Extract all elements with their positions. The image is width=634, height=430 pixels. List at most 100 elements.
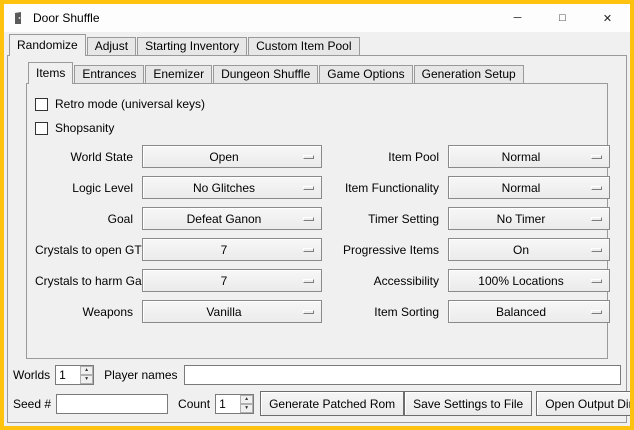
goal-value: Defeat Ganon xyxy=(187,212,262,226)
accessibility-dropdown[interactable]: 100% Locations xyxy=(448,269,610,292)
crystals-open-gt-value: 7 xyxy=(221,243,228,257)
dropdown-indicator-icon xyxy=(303,186,314,190)
dropdown-indicator-icon xyxy=(303,248,314,252)
sub-tabstrip: Items Entrances Enemizer Dungeon Shuffle… xyxy=(8,61,626,83)
main-tabstrip: Randomize Adjust Starting Inventory Cust… xyxy=(7,33,627,55)
door-shuffle-window: Door Shuffle ─ □ ✕ Randomize Adjust Star… xyxy=(0,0,634,430)
world-state-label: World State xyxy=(35,150,137,164)
timer-setting-label: Timer Setting xyxy=(327,212,443,226)
worlds-spinbox[interactable]: ▲ ▼ xyxy=(55,365,94,385)
count-label: Count xyxy=(178,397,210,411)
item-pool-label: Item Pool xyxy=(327,150,443,164)
item-sorting-label: Item Sorting xyxy=(327,305,443,319)
tab-entrances[interactable]: Entrances xyxy=(74,65,144,83)
logic-level-label: Logic Level xyxy=(35,181,137,195)
items-tab-panel: Retro mode (universal keys) Shopsanity W… xyxy=(26,83,608,359)
weapons-dropdown[interactable]: Vanilla xyxy=(142,300,322,323)
item-functionality-dropdown[interactable]: Normal xyxy=(448,176,610,199)
titlebar: Door Shuffle ─ □ ✕ xyxy=(4,4,630,32)
open-output-directory-button[interactable]: Open Output Directory xyxy=(536,391,634,416)
item-functionality-value: Normal xyxy=(502,181,541,195)
dropdown-indicator-icon xyxy=(591,155,602,159)
spin-down-button[interactable]: ▼ xyxy=(80,375,93,384)
dropdown-indicator-icon xyxy=(591,310,602,314)
window-controls: ─ □ ✕ xyxy=(495,4,630,32)
save-settings-button[interactable]: Save Settings to File xyxy=(404,391,532,416)
dropdown-indicator-icon xyxy=(591,248,602,252)
count-spin-arrows: ▲ ▼ xyxy=(240,395,253,413)
progressive-items-label: Progressive Items xyxy=(327,243,443,257)
timer-setting-dropdown[interactable]: No Timer xyxy=(448,207,610,230)
dropdown-indicator-icon xyxy=(303,155,314,159)
worlds-row: Worlds ▲ ▼ Player names xyxy=(13,364,621,386)
goal-dropdown[interactable]: Defeat Ganon xyxy=(142,207,322,230)
seed-label: Seed # xyxy=(13,397,51,411)
tab-custom-item-pool[interactable]: Custom Item Pool xyxy=(248,37,359,55)
shopsanity-label: Shopsanity xyxy=(55,121,114,135)
progressive-items-dropdown[interactable]: On xyxy=(448,238,610,261)
timer-setting-value: No Timer xyxy=(497,212,546,226)
tab-randomize[interactable]: Randomize xyxy=(9,34,86,56)
retro-mode-checkbox[interactable]: Retro mode (universal keys) xyxy=(35,92,601,116)
item-sorting-dropdown[interactable]: Balanced xyxy=(448,300,610,323)
dropdown-indicator-icon xyxy=(303,217,314,221)
dropdown-indicator-icon xyxy=(591,186,602,190)
weapons-label: Weapons xyxy=(35,305,137,319)
crystals-harm-ganon-label: Crystals to harm Ganon xyxy=(35,274,137,288)
item-sorting-value: Balanced xyxy=(496,305,546,319)
tab-generation-setup[interactable]: Generation Setup xyxy=(414,65,524,83)
item-functionality-label: Item Functionality xyxy=(327,181,443,195)
retro-mode-label: Retro mode (universal keys) xyxy=(55,97,205,111)
tab-enemizer[interactable]: Enemizer xyxy=(145,65,212,83)
tab-starting-inventory[interactable]: Starting Inventory xyxy=(137,37,247,55)
crystals-harm-ganon-dropdown[interactable]: 7 xyxy=(142,269,322,292)
app-icon xyxy=(11,10,27,26)
spin-up-button[interactable]: ▲ xyxy=(240,395,253,404)
tab-adjust[interactable]: Adjust xyxy=(87,37,136,55)
dropdown-indicator-icon xyxy=(591,217,602,221)
player-names-label: Player names xyxy=(104,368,177,382)
tab-items[interactable]: Items xyxy=(28,62,73,84)
tab-dungeon-shuffle[interactable]: Dungeon Shuffle xyxy=(213,65,318,83)
item-pool-dropdown[interactable]: Normal xyxy=(448,145,610,168)
checkbox-box-icon xyxy=(35,98,48,111)
progressive-items-value: On xyxy=(513,243,529,257)
goal-label: Goal xyxy=(35,212,137,226)
count-input[interactable] xyxy=(216,395,240,413)
dropdown-indicator-icon xyxy=(591,279,602,283)
spin-up-button[interactable]: ▲ xyxy=(80,366,93,375)
tab-game-options[interactable]: Game Options xyxy=(319,65,412,83)
checkbox-box-icon xyxy=(35,122,48,135)
generate-patched-rom-button[interactable]: Generate Patched Rom xyxy=(260,391,404,416)
logic-level-dropdown[interactable]: No Glitches xyxy=(142,176,322,199)
crystals-harm-ganon-value: 7 xyxy=(221,274,228,288)
close-button[interactable]: ✕ xyxy=(585,4,630,32)
dropdown-indicator-icon xyxy=(303,310,314,314)
bottom-controls: Worlds ▲ ▼ Player names Seed # Count xyxy=(8,364,626,422)
item-pool-value: Normal xyxy=(502,150,541,164)
worlds-label: Worlds xyxy=(13,368,50,382)
accessibility-label: Accessibility xyxy=(327,274,443,288)
window-body: Randomize Adjust Starting Inventory Cust… xyxy=(4,32,630,426)
spin-down-button[interactable]: ▼ xyxy=(240,404,253,413)
options-grid: World State Open Item Pool Normal Logic … xyxy=(35,145,599,323)
accessibility-value: 100% Locations xyxy=(478,274,563,288)
window-title: Door Shuffle xyxy=(33,11,100,25)
seed-input[interactable] xyxy=(56,394,168,414)
world-state-dropdown[interactable]: Open xyxy=(142,145,322,168)
shopsanity-checkbox[interactable]: Shopsanity xyxy=(35,116,601,140)
randomize-tab-panel: Items Entrances Enemizer Dungeon Shuffle… xyxy=(7,55,627,423)
worlds-input[interactable] xyxy=(56,366,80,384)
weapons-value: Vanilla xyxy=(206,305,241,319)
logic-level-value: No Glitches xyxy=(193,181,255,195)
worlds-spin-arrows: ▲ ▼ xyxy=(80,366,93,384)
maximize-button[interactable]: □ xyxy=(540,4,585,32)
seed-row: Seed # Count ▲ ▼ Generate Patched Rom Sa… xyxy=(13,391,621,416)
crystals-open-gt-label: Crystals to open GT xyxy=(35,243,137,257)
dropdown-indicator-icon xyxy=(303,279,314,283)
minimize-button[interactable]: ─ xyxy=(495,4,540,32)
player-names-input[interactable] xyxy=(184,365,622,385)
world-state-value: Open xyxy=(209,150,238,164)
count-spinbox[interactable]: ▲ ▼ xyxy=(215,394,254,414)
crystals-open-gt-dropdown[interactable]: 7 xyxy=(142,238,322,261)
